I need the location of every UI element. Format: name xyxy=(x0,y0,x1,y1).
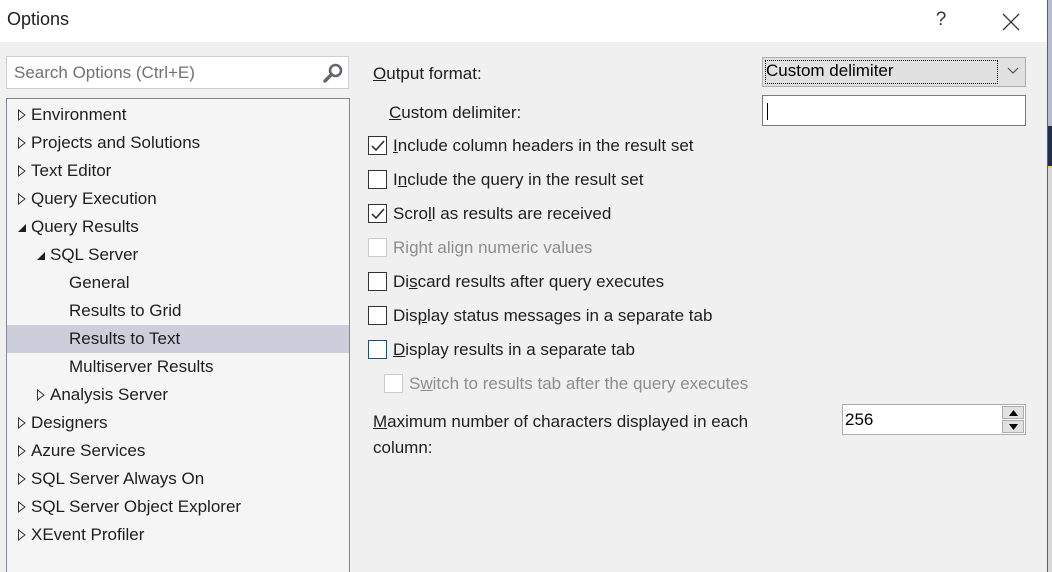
tree-item-label: Analysis Server xyxy=(50,385,169,404)
checkbox xyxy=(368,238,387,257)
tree-item-text-editor[interactable]: Text Editor xyxy=(7,157,349,185)
collapse-arrow-icon[interactable] xyxy=(36,249,46,261)
tree-item-sql-server-always-on[interactable]: SQL Server Always On xyxy=(7,465,349,493)
checkbox[interactable] xyxy=(368,306,387,325)
checkbox-label: Switch to results tab after the query ex… xyxy=(409,374,749,393)
checkbox-label: Include the query in the result set xyxy=(393,170,644,189)
search-icon[interactable] xyxy=(322,62,344,84)
tree-item-label: Projects and Solutions xyxy=(31,133,201,152)
chevron-down-icon xyxy=(1007,67,1019,74)
custom-delimiter-label: Custom delimiter: xyxy=(389,103,522,122)
checkbox-label: Right align numeric values xyxy=(393,238,593,257)
tree-item-label: XEvent Profiler xyxy=(31,525,145,544)
checkbox-label: Display status messages in a separate ta… xyxy=(393,306,713,325)
tree-item-query-results[interactable]: Query Results xyxy=(7,213,349,241)
tree-item-label: Results to Text xyxy=(69,329,181,348)
checkbox-label: Discard results after query executes xyxy=(393,272,665,291)
checkmark-icon xyxy=(371,208,385,220)
max-chars-label-line2: column: xyxy=(373,438,433,457)
tree-item-analysis-server[interactable]: Analysis Server xyxy=(7,381,349,409)
spin-down-button[interactable] xyxy=(1002,420,1024,433)
max-chars-input[interactable] xyxy=(843,405,993,434)
tree-item-label: Azure Services xyxy=(31,441,146,460)
custom-delimiter-input[interactable] xyxy=(763,96,1025,125)
checkbox-label: Display results in a separate tab xyxy=(393,340,635,359)
tree-item-label: SQL Server Object Explorer xyxy=(31,497,242,516)
options-tree[interactable]: Environment Projects and Solutions Text Ed… xyxy=(6,98,350,572)
checkbox[interactable] xyxy=(368,272,387,291)
expand-arrow-icon[interactable] xyxy=(17,445,27,457)
background-window-edge xyxy=(1047,0,1052,572)
tree-item-environment[interactable]: Environment xyxy=(7,101,349,129)
checkbox-label: Scroll as results are received xyxy=(393,204,612,223)
output-format-dropdown[interactable]: Custom delimiter xyxy=(762,57,1026,87)
expand-arrow-icon[interactable] xyxy=(17,109,27,121)
checkbox-label: Include column headers in the result set xyxy=(393,136,694,155)
close-icon xyxy=(1002,13,1020,31)
search-box[interactable] xyxy=(6,56,349,89)
tree-item-multiserver-results[interactable]: Multiserver Results xyxy=(7,353,349,381)
tree-item-label: Designers xyxy=(31,413,108,432)
checkbox[interactable] xyxy=(368,340,387,359)
tree-item-general[interactable]: General xyxy=(7,269,349,297)
tree-item-label: SQL Server xyxy=(50,245,139,264)
options-dialog: Options ? Environment Projects and Soluti… xyxy=(0,0,1047,572)
expand-arrow-icon[interactable] xyxy=(17,501,27,513)
dialog-title: Options xyxy=(7,9,70,29)
tree-item-label: Text Editor xyxy=(31,161,112,180)
spin-up-button[interactable] xyxy=(1002,406,1024,419)
collapse-arrow-icon[interactable] xyxy=(17,221,27,233)
tree-item-label: Results to Grid xyxy=(69,301,182,320)
tree-item-label: Query Execution xyxy=(31,189,157,208)
tree-item-results-to-text[interactable]: Results to Text xyxy=(7,325,349,353)
expand-arrow-icon[interactable] xyxy=(17,417,27,429)
custom-delimiter-field[interactable] xyxy=(762,95,1026,126)
title-bar: Options ? xyxy=(0,0,1047,42)
tree-item-label: General xyxy=(69,273,130,292)
tree-item-designers[interactable]: Designers xyxy=(7,409,349,437)
checkbox[interactable] xyxy=(368,136,387,155)
tree-item-label: Query Results xyxy=(31,217,139,236)
tree-item-sql-server-object-explorer[interactable]: SQL Server Object Explorer xyxy=(7,493,349,521)
close-button[interactable] xyxy=(990,4,1032,38)
checkbox[interactable] xyxy=(368,170,387,189)
arrow-down-icon xyxy=(1009,424,1018,430)
expand-arrow-icon[interactable] xyxy=(36,389,46,401)
checkmark-icon xyxy=(371,140,385,152)
tree-item-results-to-grid[interactable]: Results to Grid xyxy=(7,297,349,325)
expand-arrow-icon[interactable] xyxy=(17,137,27,149)
expand-arrow-icon[interactable] xyxy=(17,529,27,541)
output-format-value: Custom delimiter xyxy=(766,61,894,80)
expand-arrow-icon[interactable] xyxy=(17,165,27,177)
tree-item-sql-server[interactable]: SQL Server xyxy=(7,241,349,269)
arrow-up-icon xyxy=(1009,410,1018,416)
tree-item-label: Multiserver Results xyxy=(69,357,214,376)
expand-arrow-icon[interactable] xyxy=(17,193,27,205)
output-format-label: Output format: xyxy=(373,64,482,83)
help-button[interactable]: ? xyxy=(922,4,960,38)
expand-arrow-icon[interactable] xyxy=(17,473,27,485)
tree-item-azure-services[interactable]: Azure Services xyxy=(7,437,349,465)
tree-item-label: Environment xyxy=(31,105,127,124)
tree-item-projects-and-solutions[interactable]: Projects and Solutions xyxy=(7,129,349,157)
max-chars-label: Maximum number of characters displayed i… xyxy=(373,412,749,431)
text-caret xyxy=(767,103,768,120)
tree-item-query-execution[interactable]: Query Execution xyxy=(7,185,349,213)
checkbox[interactable] xyxy=(368,204,387,223)
tree-item-label: SQL Server Always On xyxy=(31,469,205,488)
search-input[interactable] xyxy=(7,57,317,88)
tree-item-xevent-profiler[interactable]: XEvent Profiler xyxy=(7,521,349,549)
settings-panel: Output format: Custom delimiter Custom d… xyxy=(360,42,1047,572)
checkbox xyxy=(384,374,403,393)
max-chars-spinner[interactable] xyxy=(842,404,1026,435)
